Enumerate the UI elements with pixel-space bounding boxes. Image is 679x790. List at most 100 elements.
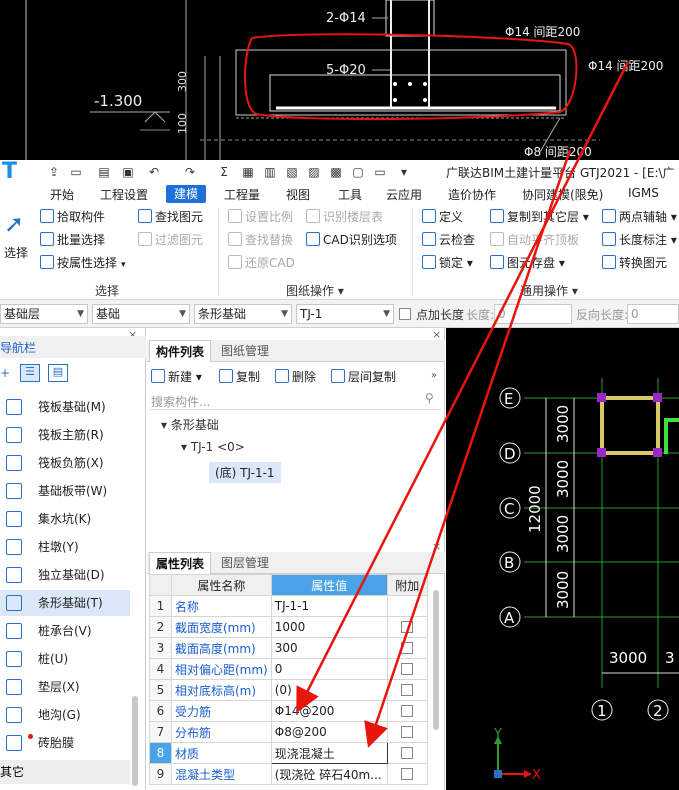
- table-row[interactable]: 3 截面高度(mm) 300: [149, 637, 428, 659]
- cloud-check-button[interactable]: 云检查: [422, 231, 475, 249]
- tree-leaf-selected[interactable]: (底) TJ-1-1: [209, 462, 281, 483]
- nav-item-trench[interactable]: 地沟(G): [0, 702, 130, 728]
- nav-item-raft-neg-bar[interactable]: 筏板负筋(X): [0, 450, 130, 476]
- nav-item-isolated-footing[interactable]: 独立基础(D): [0, 562, 130, 588]
- cad-options-button[interactable]: CAD识别选项: [306, 231, 397, 249]
- search-input[interactable]: 搜索构件...: [151, 393, 210, 410]
- undo-icon[interactable]: ↶: [146, 164, 162, 180]
- select-cursor-icon[interactable]: ➚: [4, 210, 30, 238]
- two-point-axis-button[interactable]: 两点辅轴 ▾: [602, 208, 677, 226]
- menu-cost-collab[interactable]: 造价协作: [448, 186, 496, 203]
- menu-collab-modeling[interactable]: 协同建模(限免): [522, 186, 603, 203]
- menu-tools[interactable]: 工具: [338, 186, 362, 203]
- select-by-property-button[interactable]: 按属性选择 ▾: [40, 254, 126, 272]
- add-icon[interactable]: +: [0, 366, 10, 380]
- nav-item-pier[interactable]: 柱墩(Y): [0, 534, 130, 560]
- define-button[interactable]: 定义: [422, 208, 463, 226]
- tab-component-list[interactable]: 构件列表: [149, 340, 212, 362]
- menu-start[interactable]: 开始: [50, 186, 74, 203]
- tab-drawing-management[interactable]: 图纸管理: [215, 340, 275, 362]
- table-row[interactable]: 6 受力筋 Φ14@200: [149, 700, 428, 722]
- type-select[interactable]: 基础 ▼: [92, 304, 190, 324]
- table-row[interactable]: 9 混凝土类型 (现浇砼 碎石40m...: [149, 763, 428, 785]
- more-icon[interactable]: »: [431, 370, 437, 381]
- tree-root[interactable]: ▾ 条形基础: [161, 416, 219, 433]
- search-icon[interactable]: ⚲: [425, 391, 434, 405]
- point-length-checkbox[interactable]: [399, 307, 411, 321]
- addition-checkbox[interactable]: [401, 684, 414, 696]
- nav-scrollbar[interactable]: [132, 696, 138, 786]
- cad-icon[interactable]: ▩: [328, 164, 344, 180]
- menu-view[interactable]: 视图: [286, 186, 310, 203]
- sum-icon[interactable]: Σ: [216, 164, 232, 180]
- grid-icon[interactable]: ▦: [240, 164, 256, 180]
- copy-to-floor-button[interactable]: 复制到其它层 ▾: [490, 208, 589, 226]
- lock-button[interactable]: 锁定 ▾: [422, 254, 473, 272]
- dropdown-icon[interactable]: ▾: [396, 164, 412, 180]
- nav-item-pile[interactable]: 桩(U): [0, 646, 130, 672]
- addition-checkbox[interactable]: [401, 747, 414, 759]
- open-folder-icon[interactable]: ▤: [96, 164, 112, 180]
- nav-item-strip[interactable]: 基础板带(W): [0, 478, 130, 504]
- table-row[interactable]: 1 名称 TJ-1-1: [149, 595, 428, 617]
- list-view-icon[interactable]: ☰: [20, 364, 40, 382]
- menu-project-settings[interactable]: 工程设置: [100, 186, 148, 203]
- floor-select[interactable]: 基础层 ▼: [0, 304, 88, 324]
- identify-floor-table-button[interactable]: 识别楼层表: [306, 208, 383, 226]
- pick-component-button[interactable]: 拾取构件: [40, 208, 105, 226]
- addition-checkbox[interactable]: [401, 621, 414, 633]
- table-icon[interactable]: ▥: [262, 164, 278, 180]
- nav-item-raft[interactable]: 筏板基础(M): [0, 394, 130, 420]
- set-scale-button[interactable]: 设置比例: [228, 208, 293, 226]
- auto-align-slab-button[interactable]: 自动平齐顶板: [490, 231, 579, 249]
- table-row[interactable]: 4 相对偏心距(mm) 0: [149, 658, 428, 680]
- tree-child[interactable]: ▾ TJ-1 <0>: [181, 440, 245, 454]
- table-row-selected[interactable]: 8 材质 现浇混凝土: [149, 742, 428, 764]
- find-element-button[interactable]: 查找图元: [138, 208, 203, 226]
- menu-quantity[interactable]: 工程量: [224, 186, 260, 203]
- convert-element-button[interactable]: 转换图元: [602, 254, 667, 272]
- delete-button[interactable]: 删除: [275, 368, 316, 386]
- nav-item-pile-cap[interactable]: 桩承台(V): [0, 618, 130, 644]
- search-box[interactable]: 搜索构件... ⚲: [149, 390, 441, 410]
- filter-element-button[interactable]: 过滤图元: [138, 231, 203, 249]
- save-icon[interactable]: ▣: [120, 164, 136, 180]
- property-scrollbar[interactable]: [433, 590, 439, 730]
- table-row[interactable]: 5 相对底标高(m) (0): [149, 679, 428, 701]
- nav-item-sump[interactable]: 集水坑(K): [0, 506, 130, 532]
- view-icon[interactable]: ▢: [350, 164, 366, 180]
- layout-icon[interactable]: ▨: [306, 164, 322, 180]
- select-button[interactable]: 选择: [4, 244, 28, 262]
- menu-igms[interactable]: IGMS: [628, 186, 659, 200]
- copy-button[interactable]: 复制: [219, 368, 260, 386]
- redo-icon[interactable]: ↷: [182, 164, 198, 180]
- monitor-icon[interactable]: ▭: [372, 164, 388, 180]
- addition-checkbox[interactable]: [401, 663, 414, 675]
- restore-cad-button[interactable]: 还原CAD: [228, 254, 295, 272]
- floor-copy-button[interactable]: 层间复制: [331, 368, 396, 386]
- tab-property-list[interactable]: 属性列表: [149, 552, 212, 574]
- nav-footer-other[interactable]: 其它: [0, 760, 130, 784]
- tab-layer-management[interactable]: 图层管理: [215, 552, 275, 574]
- subtype-select[interactable]: 条形基础 ▼: [194, 304, 292, 324]
- addition-checkbox[interactable]: [401, 642, 414, 654]
- batch-select-button[interactable]: 批量选择: [40, 231, 105, 249]
- cad-drawing-section[interactable]: 2-Φ14 5-Φ20 Φ14 间距200 Φ14 间距200 Φ8 间距200…: [0, 0, 679, 160]
- menu-cloud[interactable]: 云应用: [386, 186, 422, 203]
- new-file-icon[interactable]: ▭: [68, 164, 84, 180]
- addition-checkbox[interactable]: [401, 705, 414, 717]
- length-dimension-button[interactable]: 长度标注 ▾: [602, 231, 677, 249]
- find-replace-button[interactable]: 查找替换: [228, 231, 293, 249]
- nav-item-strip-footing[interactable]: 条形基础(T): [0, 590, 130, 616]
- cad-viewport[interactable]: E D C B A 1 2 3000 3000 3000 3000 12000 …: [446, 328, 679, 790]
- detail-view-icon[interactable]: ▤: [48, 364, 68, 382]
- report-icon[interactable]: ▧: [284, 164, 300, 180]
- new-button[interactable]: 新建 ▾: [151, 368, 202, 386]
- addition-checkbox[interactable]: [401, 768, 414, 780]
- save-element-button[interactable]: 图元存盘 ▾: [490, 254, 565, 272]
- length-input[interactable]: 0: [494, 304, 572, 324]
- menu-modeling[interactable]: 建模: [166, 185, 207, 203]
- table-row[interactable]: 7 分布筋 Φ8@200: [149, 721, 428, 743]
- nav-item-raft-main-bar[interactable]: 筏板主筋(R): [0, 422, 130, 448]
- addition-checkbox[interactable]: [401, 726, 414, 738]
